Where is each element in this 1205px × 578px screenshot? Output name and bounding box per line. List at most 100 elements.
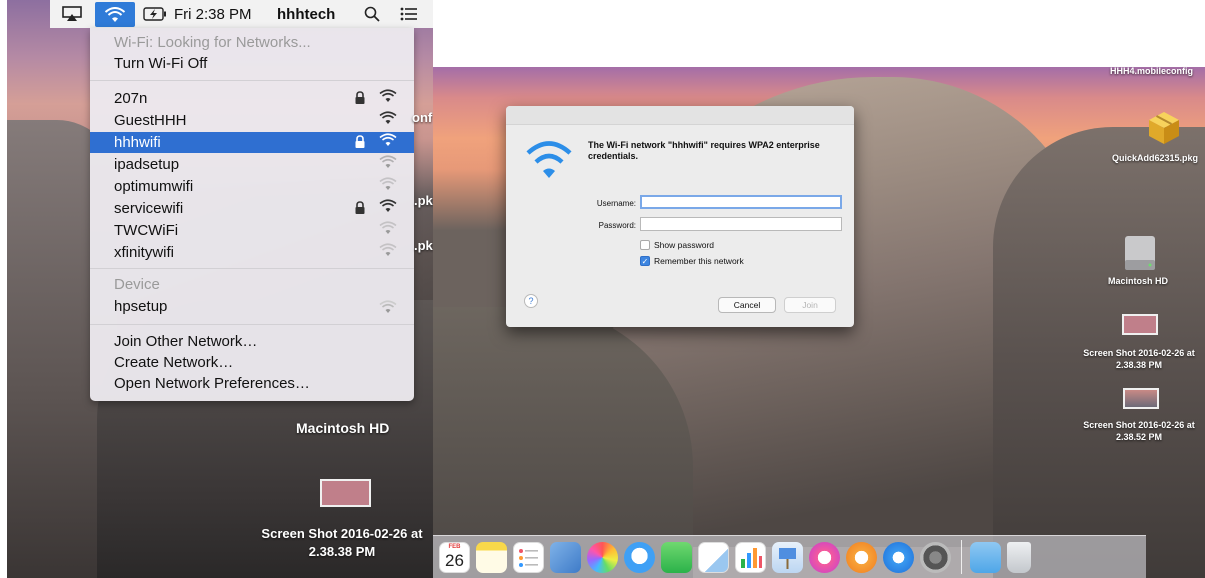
desktop-file-fragment: .pk	[414, 238, 433, 253]
messages-icon[interactable]	[624, 541, 655, 573]
dock-separator	[961, 540, 962, 574]
show-password-label: Show password	[654, 240, 715, 250]
help-button[interactable]: ?	[524, 294, 538, 308]
wifi-status-text: Wi-Fi: Looking for Networks...	[114, 34, 311, 51]
screenshot-label-line-2[interactable]: 2.38.38 PM	[252, 544, 432, 559]
lock-icon	[354, 135, 366, 153]
network-item-207n[interactable]: 207n	[90, 88, 414, 109]
wifi-credentials-dialog: The Wi-Fi network "hhhwifi" requires WPA…	[506, 106, 854, 327]
network-item-optimumwifi[interactable]: optimumwifi	[90, 176, 414, 197]
wifi-signal-icon	[379, 177, 397, 195]
password-field[interactable]	[640, 217, 842, 231]
hard-drive-icon[interactable]	[1123, 234, 1157, 277]
network-item-hhhwifi[interactable]: hhhwifi	[90, 132, 414, 153]
menu-bar: Fri 2:38 PM hhhtech	[50, 0, 433, 28]
wifi-signal-icon	[379, 89, 397, 107]
network-item-servicewifi[interactable]: servicewifi	[90, 198, 414, 219]
desktop-file-fragment: onf	[412, 110, 433, 125]
join-other-network-item[interactable]: Join Other Network…	[114, 333, 257, 350]
system-preferences-icon[interactable]	[920, 541, 951, 573]
network-name: GuestHHH	[114, 112, 187, 129]
password-label: Password:	[598, 221, 636, 230]
lock-icon	[354, 201, 366, 219]
network-item-xfinitywifi[interactable]: xfinitywifi	[90, 242, 414, 263]
preview-icon[interactable]	[550, 541, 581, 573]
user-menu[interactable]: hhhtech	[277, 4, 335, 24]
desktop-label-macintosh-hd[interactable]: Macintosh HD	[296, 420, 389, 436]
network-name: xfinitywifi	[114, 244, 175, 261]
facetime-icon[interactable]	[661, 541, 692, 573]
desktop-file-fragment: .pk	[414, 193, 433, 208]
remember-network-checkbox[interactable]: ✓	[640, 256, 650, 266]
calendar-icon[interactable]: FEB 26	[439, 541, 470, 573]
network-name: ipadsetup	[114, 156, 180, 173]
downloads-folder-icon[interactable]	[970, 541, 1001, 573]
package-icon[interactable]	[1147, 110, 1181, 151]
network-item-ipadsetup[interactable]: ipadsetup	[90, 154, 414, 175]
remember-network-label: Remember this network	[654, 256, 744, 266]
wifi-signal-icon	[379, 221, 397, 239]
create-network-item[interactable]: Create Network…	[114, 354, 233, 371]
network-name: optimumwifi	[114, 178, 194, 195]
device-header: Device	[114, 276, 160, 293]
screenshot-label-line-2[interactable]: 2.38.52 PM	[1073, 432, 1205, 442]
notification-center-icon[interactable]	[400, 4, 418, 24]
desktop-label-macintosh-hd[interactable]: Macintosh HD	[1103, 276, 1173, 286]
wifi-signal-icon	[379, 243, 397, 261]
device-item-hpsetup[interactable]: hpsetup	[114, 298, 167, 315]
screenshot-thumbnail[interactable]	[1122, 314, 1158, 335]
menu-separator	[90, 268, 414, 269]
show-password-checkbox[interactable]	[640, 240, 650, 250]
screenshot-label-line-1[interactable]: Screen Shot 2016-02-26 at	[1073, 348, 1205, 358]
cancel-button[interactable]: Cancel	[718, 297, 776, 313]
turn-wifi-off-item[interactable]: Turn Wi-Fi Off	[114, 55, 207, 72]
battery-icon[interactable]	[143, 4, 167, 24]
calendar-day: 26	[445, 550, 464, 570]
calendar-month: FEB	[448, 543, 461, 550]
network-name: servicewifi	[114, 200, 184, 217]
lock-icon	[354, 91, 366, 109]
wifi-signal-icon	[379, 300, 397, 318]
screenshot-thumbnail[interactable]	[320, 479, 371, 507]
notes-icon[interactable]	[476, 541, 507, 573]
wifi-signal-icon	[379, 133, 397, 151]
menu-separator	[90, 80, 414, 81]
network-name: TWCWiFi	[114, 222, 179, 239]
app-store-icon[interactable]	[883, 541, 914, 573]
ibooks-icon[interactable]	[846, 541, 877, 573]
network-name: 207n	[114, 90, 148, 107]
screenshot-thumbnail[interactable]	[1123, 388, 1159, 409]
reminders-icon[interactable]	[513, 541, 544, 573]
textedit-icon[interactable]	[698, 541, 729, 573]
itunes-icon[interactable]	[809, 541, 840, 573]
wifi-signal-icon	[379, 111, 397, 129]
dialog-message: The Wi-Fi network "hhhwifi" requires WPA…	[588, 140, 820, 161]
screenshot-label-line-1[interactable]: Screen Shot 2016-02-26 at	[1073, 420, 1205, 430]
screenshot-label-line-2[interactable]: 2.38.38 PM	[1073, 360, 1205, 370]
join-button[interactable]: Join	[784, 297, 836, 313]
wifi-icon	[526, 140, 572, 185]
network-name: hhhwifi	[114, 134, 161, 151]
menu-separator	[90, 324, 414, 325]
clock[interactable]: Fri 2:38 PM	[174, 4, 252, 24]
network-item-twcwifi[interactable]: TWCWiFi	[90, 220, 414, 241]
username-label: Username:	[596, 199, 636, 208]
keynote-icon[interactable]	[772, 541, 803, 573]
open-network-preferences-item[interactable]: Open Network Preferences…	[114, 375, 310, 392]
wifi-signal-icon	[379, 155, 397, 173]
wifi-status-icon[interactable]	[95, 2, 135, 27]
photos-icon[interactable]	[587, 541, 618, 573]
spotlight-search-icon[interactable]	[364, 4, 380, 24]
dialog-title-bar[interactable]	[506, 106, 854, 125]
dock: FEB 26	[433, 535, 1146, 578]
desktop-file-label[interactable]: HHH4.mobileconfig	[1110, 66, 1193, 76]
trash-icon[interactable]	[1007, 541, 1031, 573]
network-item-guesthhh[interactable]: GuestHHH	[90, 110, 414, 131]
wifi-signal-icon	[379, 199, 397, 217]
airplay-icon[interactable]	[62, 4, 82, 24]
username-field[interactable]	[640, 195, 842, 209]
screenshot-label-line-1[interactable]: Screen Shot 2016-02-26 at	[252, 526, 432, 541]
wifi-menu: Wi-Fi: Looking for Networks... Turn Wi-F…	[90, 28, 414, 401]
desktop-label-pkg[interactable]: QuickAdd62315.pkg	[1112, 153, 1198, 163]
numbers-icon[interactable]	[735, 541, 766, 573]
